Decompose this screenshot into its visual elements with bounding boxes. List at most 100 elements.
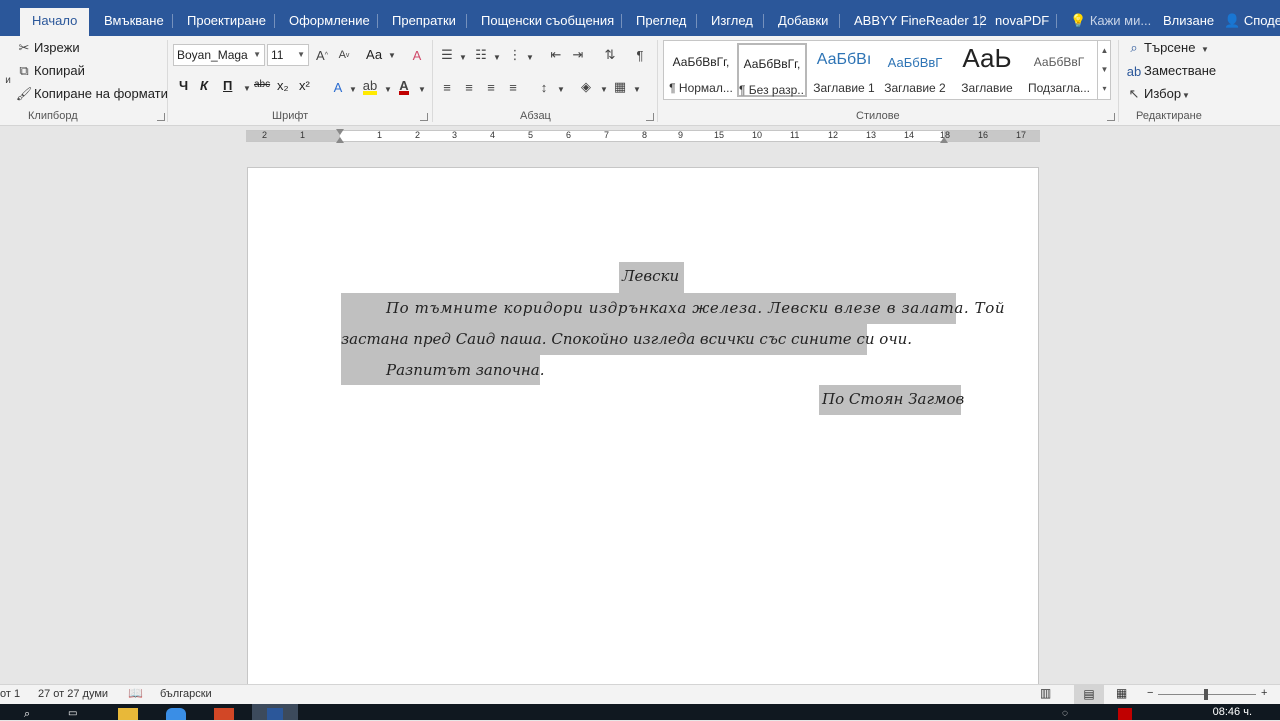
pilcrow-icon[interactable]: ¶: [632, 47, 648, 63]
align-left-icon[interactable]: ≡: [439, 79, 455, 95]
text-effects-icon[interactable]: A: [330, 79, 346, 95]
network-icon[interactable]: ◌: [1062, 708, 1082, 720]
language-indicator[interactable]: български: [160, 688, 212, 700]
paste-edge[interactable]: и: [0, 72, 16, 88]
doc-paragraph-line-2[interactable]: застана пред Саид паша. Спокойно изгледа…: [341, 330, 912, 348]
decrease-indent-icon[interactable]: ⇤: [548, 47, 564, 63]
chevron-down-icon[interactable]: ▼: [384, 47, 400, 63]
find-button[interactable]: Търсене: [1144, 40, 1195, 55]
chevron-down-icon[interactable]: ▼: [629, 81, 645, 97]
style-title[interactable]: АаЬ Заглавие: [952, 43, 1022, 97]
powerpoint-icon[interactable]: [214, 708, 234, 720]
bold-button[interactable]: Ч: [179, 78, 188, 93]
font-launcher[interactable]: [420, 113, 428, 121]
tray-app-icon[interactable]: [1118, 708, 1132, 720]
shading-icon[interactable]: ◈: [578, 79, 594, 95]
tab-view[interactable]: Изглед: [711, 8, 753, 34]
chrome-icon[interactable]: [166, 708, 186, 720]
document-page[interactable]: Левски По тъмните коридори издрънкаха же…: [247, 167, 1039, 687]
select-button[interactable]: Избор: [1144, 86, 1181, 101]
align-right-icon[interactable]: ≡: [483, 79, 499, 95]
hanging-indent-marker[interactable]: [336, 137, 344, 143]
shrink-font-icon[interactable]: Av: [336, 47, 352, 63]
tab-home[interactable]: Начало: [20, 8, 90, 36]
increase-indent-icon[interactable]: ⇥: [570, 47, 586, 63]
multilevel-list-icon[interactable]: ⋮: [507, 47, 523, 63]
word-taskbar-button[interactable]: [252, 704, 298, 720]
page-count[interactable]: от 1: [0, 688, 20, 700]
bullets-icon[interactable]: ☰: [439, 47, 455, 63]
font-color-icon[interactable]: A: [396, 79, 412, 95]
change-case-button[interactable]: Аа: [366, 47, 382, 62]
replace-button[interactable]: Заместване: [1144, 63, 1216, 78]
tab-addins[interactable]: Добавки: [778, 8, 828, 34]
grow-font-icon[interactable]: A ^: [314, 47, 330, 63]
tab-abbyy[interactable]: ABBYY FineReader 12: [854, 8, 987, 34]
copy-button[interactable]: Копирай: [34, 63, 85, 78]
superscript-button[interactable]: x²: [299, 78, 310, 93]
font-size-combo[interactable]: 11 ▼: [267, 44, 309, 66]
tab-novapdf[interactable]: novaPDF: [995, 8, 1049, 34]
font-name-combo[interactable]: Boyan_Maga ▼: [173, 44, 265, 66]
tell-me-box[interactable]: 💡 Кажи ми...: [1070, 8, 1151, 34]
chevron-down-icon[interactable]: ▼: [596, 81, 612, 97]
chevron-down-icon[interactable]: ▼: [522, 49, 538, 65]
chevron-down-icon[interactable]: ▼: [1178, 87, 1194, 103]
right-indent-marker[interactable]: [940, 137, 948, 143]
style-subtitle[interactable]: АаБбВвГ Подзагла...: [1024, 43, 1094, 97]
style-no-spacing[interactable]: АаБбВвГг, ¶ Без разр...: [737, 43, 807, 97]
doc-paragraph-line-1[interactable]: По тъмните коридори издрънкаха железа. Л…: [386, 299, 1005, 317]
underline-button[interactable]: П: [223, 78, 232, 93]
zoom-in-button[interactable]: +: [1261, 687, 1267, 699]
web-layout-icon[interactable]: ▦: [1116, 686, 1127, 700]
chevron-down-icon[interactable]: ▼: [455, 49, 471, 65]
clear-formatting-icon[interactable]: A: [409, 47, 425, 63]
tab-review[interactable]: Преглед: [636, 8, 686, 34]
doc-title[interactable]: Левски: [622, 267, 679, 285]
zoom-slider-thumb[interactable]: [1204, 689, 1208, 700]
tab-design[interactable]: Проектиране: [187, 8, 266, 34]
justify-icon[interactable]: ≡: [505, 79, 521, 95]
italic-button[interactable]: К: [200, 78, 208, 93]
styles-scroll[interactable]: ▲ ▼ ▾: [1097, 41, 1111, 99]
first-line-indent-marker[interactable]: [336, 129, 344, 135]
share-button[interactable]: 👤 Споде: [1224, 8, 1280, 34]
tab-references[interactable]: Препратки: [392, 8, 456, 34]
tab-insert[interactable]: Вмъкване: [104, 8, 164, 34]
style-heading-1[interactable]: АаБбВı Заглавие 1: [809, 43, 879, 97]
borders-icon[interactable]: ▦: [612, 79, 628, 95]
style-heading-2[interactable]: АаБбВвГ Заглавие 2: [880, 43, 950, 97]
highlight-icon[interactable]: ab: [362, 79, 378, 95]
zoom-out-button[interactable]: −: [1147, 687, 1153, 699]
clipboard-launcher[interactable]: [157, 113, 165, 121]
strikethrough-button[interactable]: abc: [254, 79, 270, 90]
read-mode-icon[interactable]: ▥: [1040, 686, 1051, 700]
cut-button[interactable]: Изрежи: [34, 40, 80, 55]
tab-mailings[interactable]: Пощенски съобщения: [481, 8, 614, 34]
format-painter-button[interactable]: Копиране на формати: [34, 86, 168, 101]
align-center-icon[interactable]: ≡: [461, 79, 477, 95]
doc-paragraph-line-3[interactable]: Разпитът започна.: [386, 361, 545, 379]
style-normal[interactable]: АаБбВвГг, ¶ Нормал...: [666, 43, 736, 97]
search-icon[interactable]: ⌕: [24, 708, 44, 720]
numbering-icon[interactable]: ☷: [473, 47, 489, 63]
styles-launcher[interactable]: [1107, 113, 1115, 121]
paragraph-launcher[interactable]: [646, 113, 654, 121]
print-layout-icon[interactable]: ▤: [1074, 685, 1104, 704]
clock[interactable]: 08:46 ч.: [1213, 706, 1252, 718]
sign-in-button[interactable]: Влизане: [1163, 8, 1214, 34]
sort-icon[interactable]: ⇅: [602, 47, 618, 63]
horizontal-ruler[interactable]: 2 1 1 2 3 4 5 6 7 8 9 10 11 12 13 14 15 …: [246, 129, 1040, 143]
file-explorer-icon[interactable]: [118, 708, 138, 720]
chevron-down-icon[interactable]: ▼: [414, 81, 430, 97]
word-count[interactable]: 27 от 27 думи: [38, 688, 108, 700]
line-spacing-icon[interactable]: ↕: [536, 79, 552, 95]
tab-layout[interactable]: Оформление: [289, 8, 370, 34]
chevron-down-icon[interactable]: ▼: [345, 81, 361, 97]
task-view-icon[interactable]: ▭: [68, 708, 88, 720]
chevron-down-icon[interactable]: ▼: [553, 81, 569, 97]
doc-author[interactable]: По Стоян Загмов: [822, 390, 964, 408]
subscript-button[interactable]: x₂: [277, 78, 289, 93]
chevron-down-icon[interactable]: ▼: [239, 80, 255, 96]
chevron-down-icon[interactable]: ▼: [380, 81, 396, 97]
